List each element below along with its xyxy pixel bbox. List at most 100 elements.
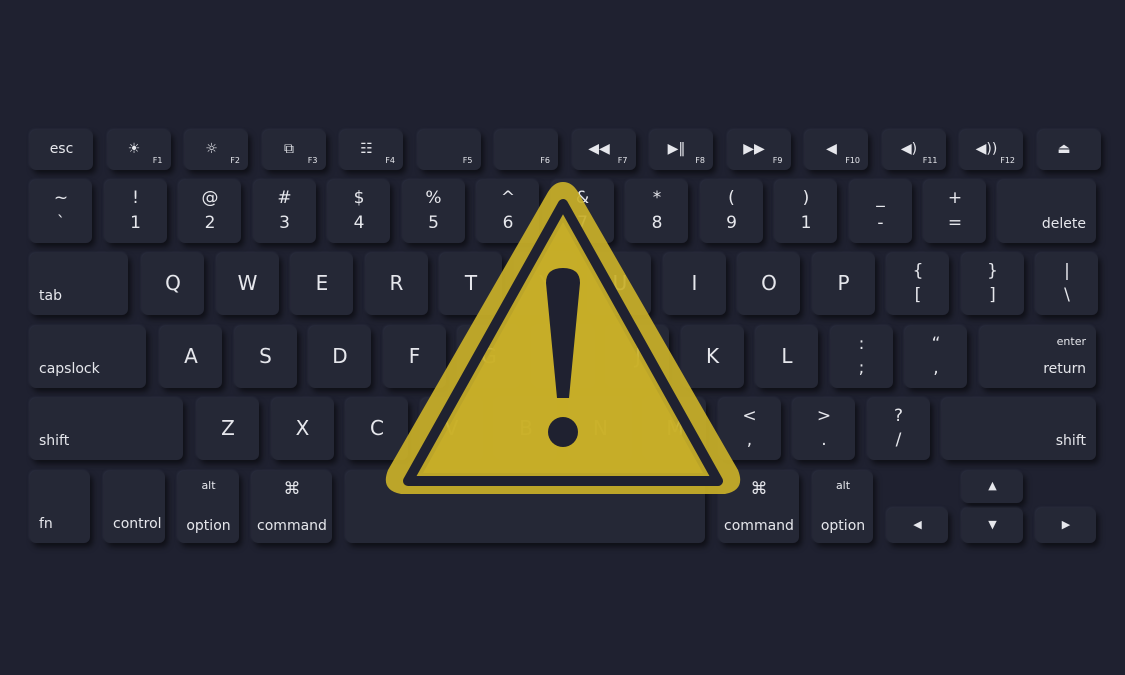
key-f4[interactable]: ☷ F4 <box>340 130 403 170</box>
key-label: F <box>408 344 421 368</box>
key-f2[interactable]: ☼ F2 <box>185 130 248 170</box>
key-top-label: ⌘ <box>283 479 301 499</box>
function-key-label: F8 <box>695 156 705 165</box>
function-key-label: F3 <box>307 156 318 165</box>
key-4[interactable]: $4 <box>328 180 390 243</box>
key-esc[interactable]: esc <box>30 130 93 170</box>
key-bottom-label: command <box>257 518 327 534</box>
arrow-up-icon: ▲ <box>988 479 997 492</box>
key-eject[interactable]: ⏏ <box>1037 130 1101 170</box>
key-keyspace[interactable] <box>346 471 705 543</box>
key-3[interactable]: #3 <box>253 180 316 243</box>
key-label: N <box>593 416 608 440</box>
key-p[interactable]: P <box>812 253 875 315</box>
key-a[interactable]: A <box>160 326 222 388</box>
key-f5[interactable]: F5 <box>417 130 481 170</box>
key-i[interactable]: I <box>663 253 726 315</box>
key-label: R <box>389 271 404 295</box>
key-bottom-label: return <box>1043 361 1086 377</box>
key-n[interactable]: N <box>569 398 632 460</box>
play-pause-icon: ▶‖ <box>667 141 686 157</box>
key-1[interactable]: ) 1 <box>775 180 837 243</box>
key-key[interactable]: ~ ` <box>30 180 92 243</box>
key-e[interactable]: E <box>291 253 353 315</box>
key-key[interactable]: ? / <box>867 398 930 460</box>
key-f11[interactable]: ◀) F11 <box>882 130 946 170</box>
key-1[interactable]: ! 1 <box>104 180 167 243</box>
key-label: C <box>370 416 384 440</box>
key-f6[interactable]: F6 <box>495 130 558 170</box>
key-b[interactable]: B <box>495 398 557 460</box>
key-c[interactable]: C <box>346 398 408 460</box>
key-capslock[interactable]: capslock <box>30 326 146 388</box>
key-key[interactable]: <, <box>718 398 781 460</box>
key-top-label: } <box>987 261 998 281</box>
key-f3[interactable]: ⧉ F3 <box>262 130 326 170</box>
key-fn[interactable]: fn <box>30 471 90 543</box>
key-l[interactable]: L <box>756 326 818 388</box>
key-f9[interactable]: ▶▶ F9 <box>727 130 791 170</box>
key-option[interactable]: alt option <box>178 471 239 543</box>
key-shift[interactable]: shift <box>942 398 1096 460</box>
key-arrow-right[interactable]: ▶ <box>1036 508 1096 543</box>
key-u[interactable]: U <box>589 253 651 315</box>
key-o[interactable]: O <box>738 253 800 315</box>
key-x[interactable]: X <box>271 398 334 460</box>
key-h[interactable]: H <box>532 326 595 388</box>
key-s[interactable]: S <box>234 326 297 388</box>
key-8[interactable]: * 8 <box>626 180 688 243</box>
key-delete[interactable]: delete <box>998 180 1096 243</box>
key-label: K <box>705 344 720 368</box>
key-label: M <box>666 416 684 440</box>
key-command[interactable]: ⌘ command <box>252 471 332 543</box>
key-w[interactable]: W <box>216 253 279 315</box>
key-arrow-down[interactable]: ▼ <box>962 508 1023 543</box>
key-key[interactable]: _ - <box>849 180 912 243</box>
key-d[interactable]: D <box>309 326 371 388</box>
key-arrow-up[interactable]: ▲ <box>962 471 1023 503</box>
key-key[interactable]: {[ <box>887 253 949 315</box>
key-top-label: ! <box>132 188 139 208</box>
key-2[interactable]: @2 <box>179 180 241 243</box>
key-z[interactable]: Z <box>197 398 259 460</box>
key-label: fn <box>39 516 53 532</box>
key-tab[interactable]: tab <box>30 253 128 315</box>
key-bottom-label: 9 <box>726 213 737 233</box>
key-key[interactable]: }] <box>961 253 1024 315</box>
key-m[interactable]: M <box>644 398 706 460</box>
key-option[interactable]: alt option <box>813 471 873 543</box>
key-9[interactable]: (9 <box>700 180 763 243</box>
key-k[interactable]: K <box>681 326 744 388</box>
key-q[interactable]: Q <box>142 253 204 315</box>
key-arrow-left[interactable]: ◀ <box>887 508 948 543</box>
key-control[interactable]: control <box>104 471 165 543</box>
key-f10[interactable]: ◀ F10 <box>805 130 868 170</box>
key-f8[interactable]: ▶‖ F8 <box>650 130 713 170</box>
key-top-label: $ <box>353 188 365 208</box>
key-f7[interactable]: ◀◀ F7 <box>572 130 636 170</box>
key-f[interactable]: F <box>383 326 446 388</box>
key-g[interactable]: G <box>458 326 520 388</box>
function-key-label: F1 <box>152 156 163 165</box>
key-key[interactable]: | \ <box>1036 253 1098 315</box>
key-y[interactable]: Y <box>514 253 577 315</box>
key-f12[interactable]: ◀)) F12 <box>960 130 1023 170</box>
key-shift[interactable]: shift <box>30 398 183 460</box>
key-6[interactable]: ^ 6 <box>477 180 539 243</box>
key-key[interactable]: + = <box>924 180 986 243</box>
key-j[interactable]: J <box>607 326 669 388</box>
key-command[interactable]: ⌘ command <box>719 471 799 543</box>
key-5[interactable]: % 5 <box>402 180 465 243</box>
key-7[interactable]: & 7 <box>551 180 614 243</box>
key-t[interactable]: T <box>440 253 502 315</box>
key-key[interactable]: “, <box>905 326 967 388</box>
key-top-label: alt <box>201 479 216 492</box>
key-f1[interactable]: ☀ F1 <box>107 130 171 170</box>
key-return[interactable]: enter return <box>980 326 1096 388</box>
key-top-label: : <box>858 334 865 354</box>
key-r[interactable]: R <box>365 253 428 315</box>
key-v[interactable]: V <box>420 398 483 460</box>
key-key[interactable]: :; <box>830 326 893 388</box>
key-key[interactable]: >. <box>793 398 855 460</box>
volume-up-icon: ◀)) <box>975 141 998 157</box>
